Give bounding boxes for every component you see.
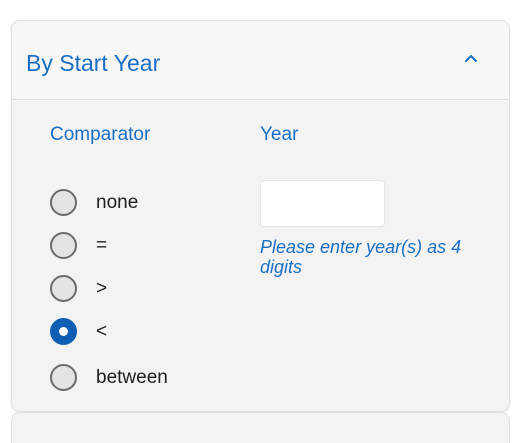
radio-button[interactable] [50, 364, 77, 391]
comparator-option-none[interactable]: none [50, 188, 240, 220]
radio-label: < [96, 321, 108, 342]
comparator-option-greater[interactable]: > [50, 274, 240, 306]
page: By Start Year Comparator Year none = > <… [0, 0, 518, 443]
next-panel-edge [11, 412, 510, 443]
radio-label: between [96, 367, 168, 388]
radio-label: > [96, 278, 108, 299]
panel-header[interactable]: By Start Year [12, 21, 509, 100]
comparator-label: Comparator [50, 124, 151, 145]
year-hint-text: Please enter year(s) as 4 digits [260, 237, 462, 277]
radio-button[interactable] [50, 189, 77, 216]
radio-button[interactable] [50, 232, 77, 259]
comparator-option-equal[interactable]: = [50, 231, 240, 263]
radio-label: none [96, 192, 139, 213]
panel-title: By Start Year [26, 50, 161, 76]
radio-button[interactable] [50, 318, 77, 345]
year-input[interactable] [260, 180, 385, 227]
radio-button[interactable] [50, 275, 77, 302]
radio-label: = [96, 235, 108, 256]
comparator-option-between[interactable]: between [50, 363, 240, 395]
comparator-option-less[interactable]: < [50, 317, 240, 349]
start-year-filter-panel: By Start Year Comparator Year none = > <… [11, 20, 510, 412]
chevron-up-icon[interactable] [462, 51, 480, 65]
year-label: Year [260, 124, 299, 145]
